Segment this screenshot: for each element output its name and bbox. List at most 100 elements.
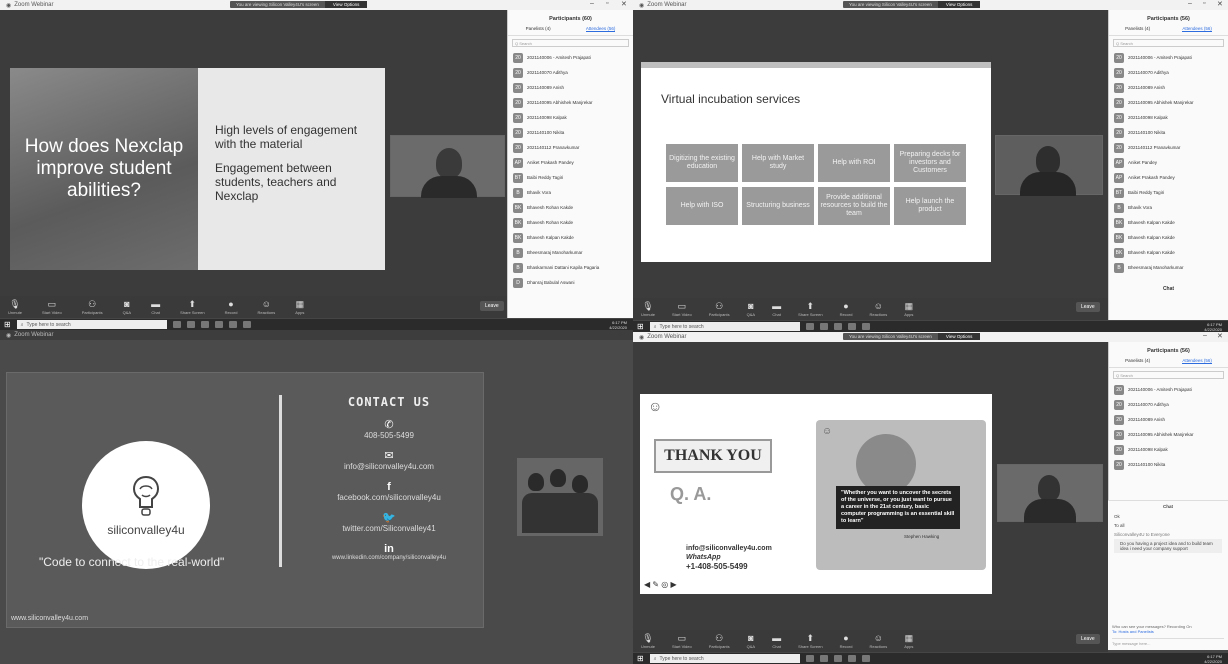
participant-row[interactable]: AP Aniket Prakash Pandey <box>508 155 633 170</box>
share-screen-button[interactable]: ⬆ Share Screen <box>798 302 822 318</box>
minimize-button[interactable]: – <box>1188 0 1192 7</box>
view-options-button[interactable]: View Options <box>324 1 368 8</box>
participant-row[interactable]: B Bheesmaraj Manoharkumar <box>508 245 633 260</box>
participant-row[interactable]: D Dhanraj Babulal Aswani <box>508 275 633 290</box>
taskbar-app-icon[interactable] <box>242 321 251 328</box>
qa-button[interactable]: ◙ Q&A <box>123 300 131 316</box>
taskbar-app-icon[interactable] <box>861 323 870 330</box>
close-button[interactable]: ✕ <box>1217 0 1223 8</box>
leave-button[interactable]: Leave <box>1076 302 1100 312</box>
participant-row[interactable]: 20 2021140070 Adithya <box>508 65 633 80</box>
share-screen-button[interactable]: ⬆ Share Screen <box>180 300 204 316</box>
participant-row[interactable]: 20 2021140070 Adithya <box>1109 65 1228 80</box>
reactions-button[interactable]: ☺ Reactions <box>869 302 887 318</box>
participant-search-input[interactable]: Q Search <box>512 39 629 47</box>
chat-input[interactable]: Type message here... <box>1112 638 1224 647</box>
taskbar-app-icon[interactable] <box>186 321 195 328</box>
qa-button[interactable]: ◙ Q&A <box>747 302 755 318</box>
chat-button[interactable]: ▬ Chat <box>772 302 781 318</box>
maximize-button[interactable]: ▫ <box>606 0 608 7</box>
participant-row[interactable]: 20 2021140112 Pranavkumar <box>508 140 633 155</box>
maximize-button[interactable]: ▫ <box>1203 0 1205 7</box>
participant-row[interactable]: 20 2021140100 Nikita <box>1109 125 1228 140</box>
participant-row[interactable]: 20 2021140089 Anish <box>1109 412 1228 427</box>
participant-row[interactable]: 20 2021140095 Abhishek Manjrekar <box>1109 427 1228 442</box>
tab-panelists[interactable]: Panelists (4) <box>1125 26 1150 32</box>
participant-row[interactable]: 20 2021140006 - Amitesh Prajapati <box>508 50 633 65</box>
slide-controls[interactable]: ◀ ✎ ◎ ▶ <box>644 580 677 589</box>
participant-row[interactable]: AP Aniket Pandey <box>1109 155 1228 170</box>
taskbar-app-icon[interactable] <box>847 323 856 330</box>
unmute-button[interactable]: 🎙 Unmute <box>641 634 655 650</box>
participant-row[interactable]: 20 2021140070 Adithya <box>1109 397 1228 412</box>
taskbar-app-icon[interactable] <box>172 321 181 328</box>
taskbar-app-icon[interactable] <box>805 655 814 662</box>
chat-section-label[interactable]: Chat <box>1109 280 1228 292</box>
taskbar-app-icon[interactable] <box>861 655 870 662</box>
taskbar-app-icon[interactable] <box>847 655 856 662</box>
participant-search-input[interactable]: Q Search <box>1113 39 1224 47</box>
taskbar-app-icon[interactable] <box>200 321 209 328</box>
windows-start-icon[interactable]: ⊞ <box>637 322 644 331</box>
close-button[interactable]: ✕ <box>1217 332 1223 340</box>
minimize-button[interactable]: – <box>590 0 594 7</box>
tab-panelists[interactable]: Panelists (4) <box>1125 358 1150 364</box>
view-options-button[interactable]: View Options <box>937 333 981 340</box>
participant-row[interactable]: BK Bhavesh Kalpan Kakde <box>1109 245 1228 260</box>
participants-button[interactable]: ⚇ Participants <box>709 302 730 318</box>
view-options-button[interactable]: View Options <box>937 1 981 8</box>
participant-row[interactable]: BK Bhavesh Kalpan Kakde <box>1109 215 1228 230</box>
unmute-button[interactable]: 🎙 Unmute <box>641 302 655 318</box>
chat-recipient-dropdown[interactable]: To: Hosts and Panelists <box>1112 629 1224 634</box>
participants-button[interactable]: ⚇ Participants <box>82 300 103 316</box>
participant-row[interactable]: B Bhavik Vora <box>508 185 633 200</box>
participant-row[interactable]: 20 2021140095 Abhishek Manjrekar <box>1109 95 1228 110</box>
apps-button[interactable]: ▦ Apps <box>295 300 304 316</box>
participant-row[interactable]: 20 2021140098 Kalpak <box>508 110 633 125</box>
participant-search-input[interactable]: Q Search <box>1113 371 1224 379</box>
participant-row[interactable]: 20 2021140098 Kalpak <box>1109 110 1228 125</box>
participant-row[interactable]: 20 2021140095 Abhishek Manjrekar <box>508 95 633 110</box>
participant-row[interactable]: B Bhaskarmani Dattani Kapila Pagaria <box>508 260 633 275</box>
taskbar-search-input[interactable]: ⌕ Type here to search <box>16 320 167 329</box>
participant-row[interactable]: 20 2021140098 Kalpak <box>1109 442 1228 457</box>
attendee-group-video[interactable] <box>517 458 603 536</box>
speaker-video[interactable] <box>995 135 1103 196</box>
tab-attendees[interactable]: Attendees (56) <box>1182 358 1212 364</box>
tab-attendees[interactable]: Attendees (56) <box>1182 26 1212 32</box>
unmute-button[interactable]: 🎙 Unmute <box>8 300 22 316</box>
windows-start-icon[interactable]: ⊞ <box>637 654 644 663</box>
leave-button[interactable]: Leave <box>480 301 504 311</box>
participant-row[interactable]: 20 2021140089 Anish <box>1109 80 1228 95</box>
minimize-button[interactable]: – <box>1203 332 1207 339</box>
participant-row[interactable]: B Bheesmaraj Manoharkumar <box>1109 260 1228 275</box>
taskbar-app-icon[interactable] <box>819 323 828 330</box>
participant-row[interactable]: 20 2021140100 Nikita <box>508 125 633 140</box>
record-button[interactable]: ● Record <box>840 634 853 650</box>
taskbar-search-input[interactable]: ⌕ Type here to search <box>649 322 800 331</box>
chat-button[interactable]: ▬ Chat <box>151 300 160 316</box>
participants-button[interactable]: ⚇ Participants <box>709 634 730 650</box>
participant-row[interactable]: AP Aniket Prakash Pandey <box>1109 170 1228 185</box>
participant-row[interactable]: BK Bhavesh Kalpan Kakde <box>508 230 633 245</box>
apps-button[interactable]: ▦ Apps <box>904 302 913 318</box>
participant-row[interactable]: BK Bhavesh Rohan Kakde <box>508 200 633 215</box>
participant-row[interactable]: 20 2021140100 Nikita <box>1109 457 1228 472</box>
taskbar-app-icon[interactable] <box>833 323 842 330</box>
record-button[interactable]: ● Record <box>225 300 238 316</box>
attendee-video[interactable] <box>997 464 1103 523</box>
record-button[interactable]: ● Record <box>840 302 853 318</box>
tab-panelists[interactable]: Panelists (4) <box>526 26 551 32</box>
start-video-button[interactable]: ▭ Start Video <box>672 634 692 650</box>
participant-row[interactable]: BK Bhavesh Kalpan Kakde <box>1109 230 1228 245</box>
start-video-button[interactable]: ▭ Start Video <box>42 300 62 316</box>
leave-button[interactable]: Leave <box>1076 634 1100 644</box>
taskbar-search-input[interactable]: ⌕ Type here to search <box>649 654 800 663</box>
taskbar-app-icon[interactable] <box>819 655 828 662</box>
windows-start-icon[interactable]: ⊞ <box>4 320 11 329</box>
participant-row[interactable]: 20 2021140006 - Amitesh Prajapati <box>1109 50 1228 65</box>
participant-row[interactable]: B Bhavik Vora <box>1109 200 1228 215</box>
participant-row[interactable]: 20 2021140089 Anish <box>508 80 633 95</box>
participant-row[interactable]: 20 2021140112 Pranavkumar <box>1109 140 1228 155</box>
reactions-button[interactable]: ☺ Reactions <box>257 300 275 316</box>
